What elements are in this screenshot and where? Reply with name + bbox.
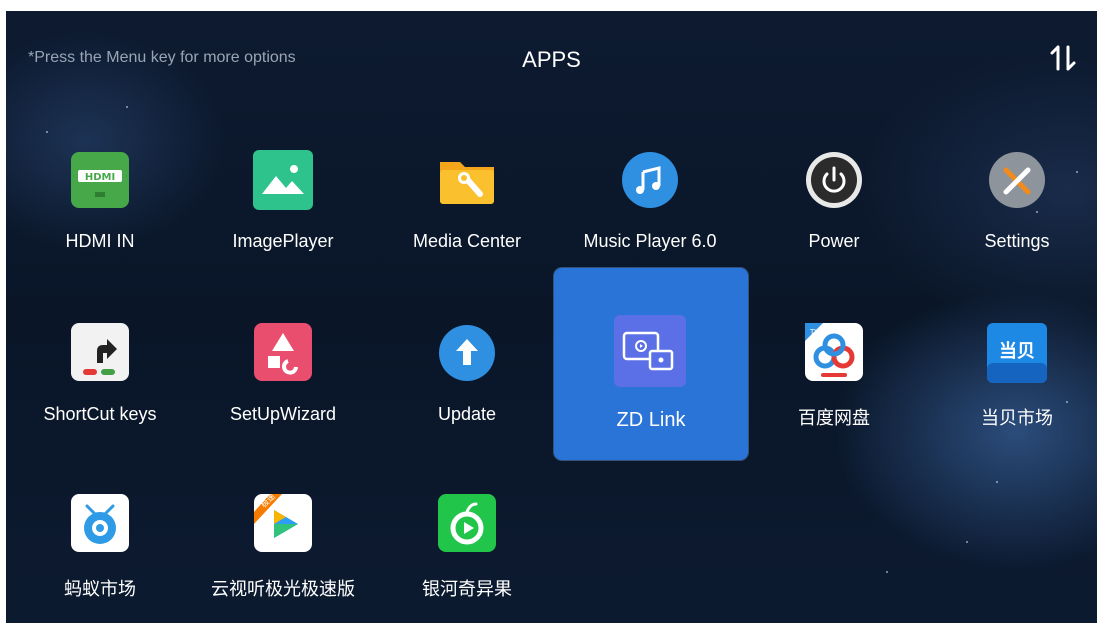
app-settings[interactable]: Settings bbox=[937, 150, 1097, 280]
app-music-player[interactable]: Music Player 6.0 bbox=[570, 150, 730, 280]
sort-arrows-icon[interactable] bbox=[1046, 41, 1080, 75]
app-ant-market[interactable]: 蚂蚁市场 bbox=[20, 494, 180, 623]
kiwi-fruit-icon bbox=[436, 494, 498, 556]
app-label: 蚂蚁市场 bbox=[64, 579, 136, 599]
star-decoration bbox=[966, 541, 968, 543]
app-hdmi-in[interactable]: HDMI HDMI IN bbox=[20, 150, 180, 280]
music-note-icon bbox=[619, 150, 681, 212]
app-label: Settings bbox=[984, 231, 1050, 251]
svg-text:当贝: 当贝 bbox=[999, 340, 1035, 362]
star-decoration bbox=[126, 106, 128, 108]
shortcut-arrow-icon bbox=[69, 323, 131, 385]
app-shortcut-keys[interactable]: ShortCut keys bbox=[20, 323, 180, 453]
ant-market-icon bbox=[69, 494, 131, 556]
video-play-icon: 极速 bbox=[252, 491, 314, 556]
app-setupwizard[interactable]: SetUpWizard bbox=[203, 323, 363, 453]
app-yinhe-qiyiguo[interactable]: 银河奇异果 bbox=[387, 494, 547, 623]
app-yunshiting[interactable]: 极速 云视听极光极速版 bbox=[203, 491, 363, 623]
screen-cast-icon bbox=[614, 315, 686, 387]
shapes-icon bbox=[252, 323, 314, 385]
svg-text:TV: TV bbox=[809, 328, 819, 336]
app-label: Update bbox=[437, 404, 497, 424]
app-label: HDMI IN bbox=[65, 231, 135, 251]
hdmi-icon: HDMI bbox=[69, 150, 131, 212]
app-label: Media Center bbox=[412, 231, 522, 251]
app-label: SetUpWizard bbox=[229, 404, 337, 424]
app-label: 银河奇异果 bbox=[422, 579, 512, 599]
star-decoration bbox=[46, 131, 48, 133]
baidu-cloud-icon: TV bbox=[803, 323, 865, 385]
app-dangbei-market[interactable]: 当贝 当贝市场 bbox=[937, 323, 1097, 453]
app-zd-link[interactable]: ZD Link bbox=[554, 268, 748, 460]
app-label: 百度网盘 bbox=[798, 408, 870, 428]
app-label: 云视听极光极速版 bbox=[211, 579, 355, 599]
app-power[interactable]: Power bbox=[754, 150, 914, 280]
page-title: APPS bbox=[522, 47, 581, 72]
apps-screen: *Press the Menu key for more options APP… bbox=[6, 11, 1097, 623]
star-decoration bbox=[886, 571, 888, 573]
app-label: Music Player 6.0 bbox=[583, 231, 717, 251]
svg-text:HDMI: HDMI bbox=[85, 172, 115, 183]
app-imageplayer[interactable]: ImagePlayer bbox=[203, 150, 363, 280]
app-label: ShortCut keys bbox=[43, 404, 157, 424]
star-decoration bbox=[996, 481, 998, 483]
folder-tools-icon bbox=[436, 150, 498, 212]
power-icon bbox=[803, 150, 865, 212]
image-icon bbox=[252, 150, 314, 212]
app-label: Power bbox=[808, 231, 860, 251]
app-label: ImagePlayer bbox=[232, 231, 334, 251]
app-label: 当贝市场 bbox=[981, 408, 1053, 428]
app-media-center[interactable]: Media Center bbox=[387, 150, 547, 280]
app-baidu-netdisk[interactable]: TV 百度网盘 bbox=[754, 323, 914, 453]
arrow-up-icon bbox=[436, 323, 498, 385]
wrench-screwdriver-icon bbox=[986, 150, 1048, 212]
app-update[interactable]: Update bbox=[387, 323, 547, 453]
dangbei-icon: 当贝 bbox=[986, 323, 1048, 385]
app-label: ZD Link bbox=[616, 409, 686, 431]
